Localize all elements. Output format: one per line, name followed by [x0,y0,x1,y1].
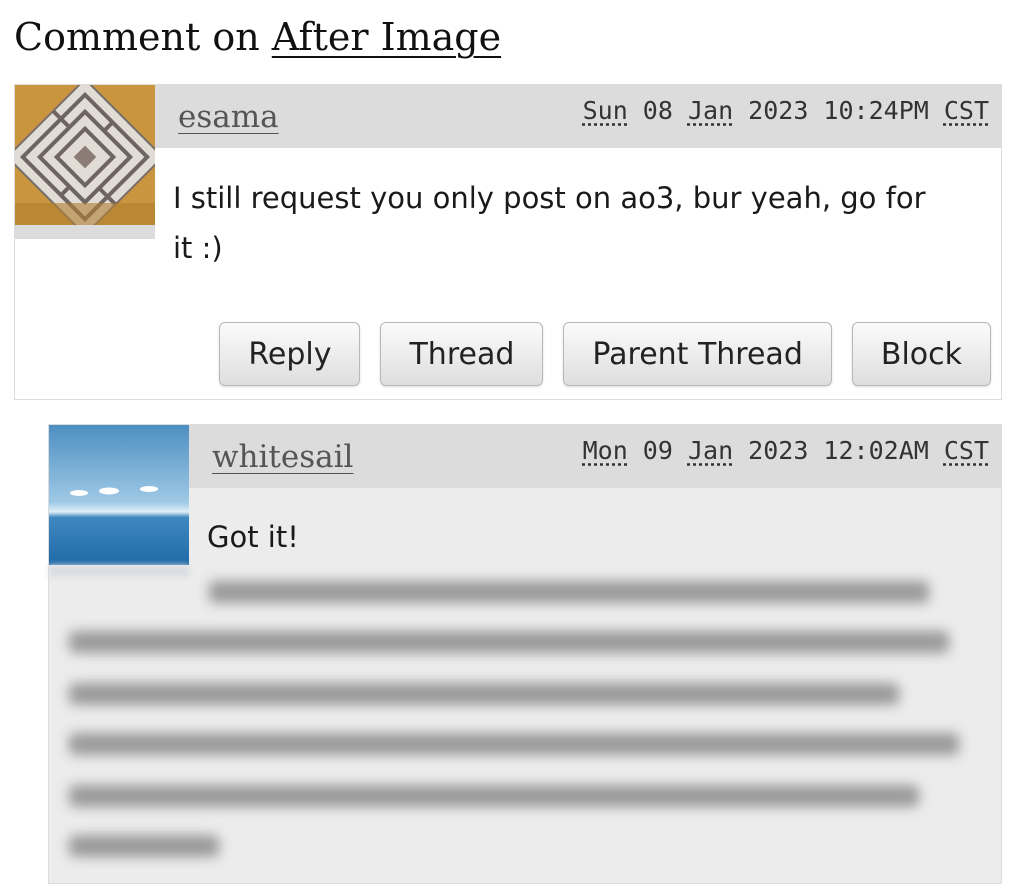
date-time: 2023 10:24PM [733,96,944,125]
comment-date: Sun 08 Jan 2023 10:24PM CST [583,96,989,125]
username[interactable]: esama [178,99,279,135]
timezone: CST [943,96,989,125]
parent-thread-button[interactable]: Parent Thread [563,322,832,386]
comment-date: Mon 09 Jan 2023 12:02AM CST [583,436,989,465]
timezone: CST [943,436,989,465]
weekday: Mon [582,436,628,465]
block-button[interactable]: Block [851,322,991,386]
blurred-content [69,565,971,865]
weekday: Sun [582,96,628,125]
comment-actions: Reply Thread Parent Thread Block [219,322,991,386]
comment-header: esama Sun 08 Jan 2023 10:24PM CST [155,85,1001,148]
page-title: Comment on After Image [14,12,501,62]
date-time: 2023 12:02AM [733,436,944,465]
month: Jan [687,436,734,465]
month: Jan [687,96,734,125]
thread-button[interactable]: Thread [380,322,544,386]
avatar[interactable] [49,425,189,565]
comment-esama: esama Sun 08 Jan 2023 10:24PM CST I stil… [14,84,1002,400]
title-prefix: Comment on [14,15,272,59]
comment-text: Got it! [207,520,299,554]
reply-button[interactable]: Reply [219,322,361,386]
avatar[interactable] [15,85,155,225]
comment-header: whitesail Mon 09 Jan 2023 12:02AM CST [189,425,1001,488]
entry-link[interactable]: After Image [272,15,501,59]
username[interactable]: whitesail [212,439,353,475]
comment-text: I still request you only post on ao3, bu… [173,181,926,265]
date-day: 09 [627,436,688,465]
comment-whitesail: whitesail Mon 09 Jan 2023 12:02AM CST Go… [48,424,1002,884]
avatar-shade [15,225,155,239]
date-day: 08 [627,96,688,125]
